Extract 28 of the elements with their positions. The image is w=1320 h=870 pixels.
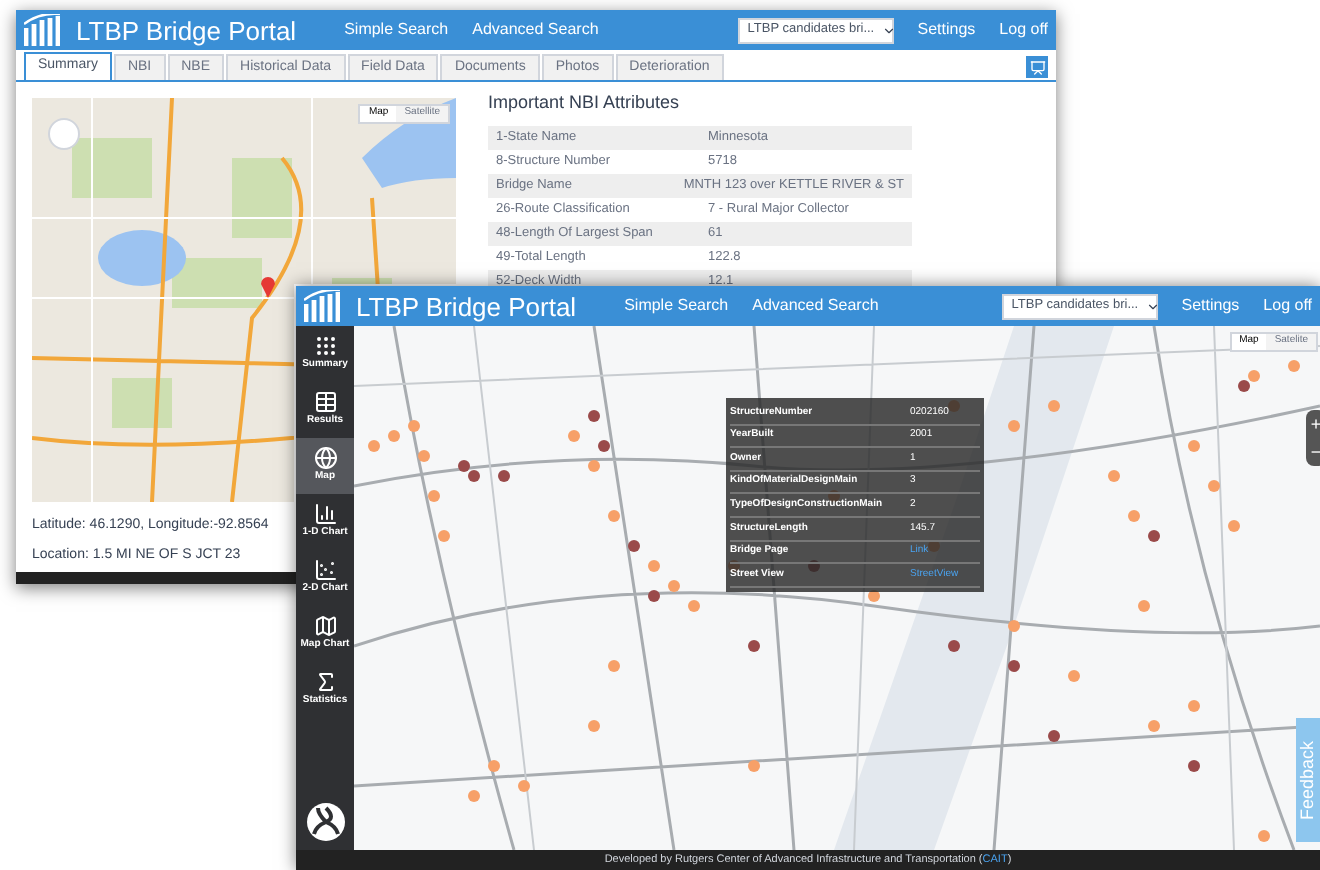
map-icon: [313, 614, 337, 639]
bridge-logo-icon: [24, 14, 60, 46]
caret-icon: [1146, 299, 1161, 313]
bridge-logo-icon: [304, 290, 340, 322]
header-link[interactable]: Settings: [917, 18, 976, 42]
caret-icon: [882, 23, 897, 37]
header-link[interactable]: Log off: [999, 18, 1048, 42]
bar-chart-icon: [313, 502, 337, 527]
table-icon: [313, 390, 337, 415]
nav-link[interactable]: Advanced Search: [752, 294, 879, 318]
nav-link[interactable]: Simple Search: [344, 18, 449, 42]
agency-logo-icon: [305, 802, 345, 842]
section-title: Important NBI Attributes: [488, 90, 682, 116]
grid-icon: [313, 334, 337, 359]
header-link[interactable]: Log off: [1263, 294, 1312, 318]
report-button[interactable]: [1026, 56, 1048, 78]
sigma-icon: [313, 670, 337, 695]
nav-link[interactable]: Advanced Search: [472, 18, 599, 42]
zoom-button[interactable]: +: [1306, 410, 1320, 438]
header-link[interactable]: Settings: [1181, 294, 1240, 318]
chart-icon: [1029, 59, 1045, 75]
app-title: LTBP Bridge Portal: [76, 17, 297, 43]
app-title: LTBP Bridge Portal: [356, 293, 577, 319]
map-pin-icon: [260, 274, 276, 298]
nav-link[interactable]: Simple Search: [624, 294, 729, 318]
zoom-button[interactable]: −: [1306, 438, 1320, 466]
globe-icon: [313, 446, 337, 471]
scatter-chart-icon: [313, 558, 337, 583]
